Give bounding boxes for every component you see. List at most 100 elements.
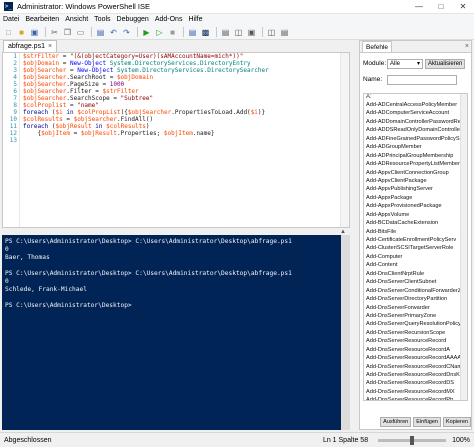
code-line[interactable]	[23, 137, 339, 144]
command-list-item[interactable]: Add-DnsServerConditionalForwarderZ	[364, 287, 467, 295]
code-line[interactable]: $objSearcher = New-Object System.Directo…	[23, 67, 339, 74]
command-list-item[interactable]: Add-AppvClientConnectionGroup	[364, 169, 467, 177]
command-list-scrollbar[interactable]	[460, 94, 467, 400]
layout-max-icon[interactable]: ▣	[246, 27, 257, 38]
code-line[interactable]: foreach ($objResult in $colResults)	[23, 123, 339, 130]
insert-button[interactable]: Einfügen	[413, 417, 441, 427]
command-list-item[interactable]: Add-DnsServerResourceRecordAAAA	[364, 354, 467, 362]
copy-button[interactable]: Kopieren	[442, 417, 471, 427]
module-select[interactable]: Alle ▾	[387, 58, 423, 69]
command-list-item[interactable]: Add-CertificateEnrollmentPolicyServ	[364, 236, 467, 244]
code-lines[interactable]: $strFilter = "(&(objectCategory=User)(sA…	[23, 53, 339, 144]
command-list-item[interactable]: Add-AppxVolume	[364, 211, 467, 219]
command-list-item[interactable]: Add-DnsServerRecursionScope	[364, 329, 467, 337]
pane-splitter[interactable]: ▲	[2, 228, 350, 235]
code-line[interactable]: $colProplist = "name"	[23, 102, 339, 109]
run-button[interactable]: Ausführen	[380, 417, 412, 427]
command-list-item[interactable]: Add-ADComputerServiceAccount	[364, 109, 467, 117]
command-list-item[interactable]: Add-ADPrincipalGroupMembership	[364, 152, 467, 160]
command-list-item[interactable]: Add-DnsServerResourceRecordDS	[364, 379, 467, 387]
command-list-item[interactable]: Add-ADResourcePropertyListMember	[364, 160, 467, 168]
command-list-item[interactable]: Add-AppxProvisionedPackage	[364, 202, 467, 210]
code-line[interactable]: $objDomain = New-Object System.Directory…	[23, 60, 339, 67]
menu-datei[interactable]: Datei	[3, 16, 19, 23]
menu-hilfe[interactable]: Hilfe	[188, 16, 202, 23]
command-list-item[interactable]: Add-DnsServerResourceRecordPtr	[364, 396, 467, 400]
command-list-item[interactable]: Add-BitsFile	[364, 228, 467, 236]
command-list-item[interactable]: Add-BCDataCacheExtension	[364, 219, 467, 227]
open-folder-icon[interactable]: ■	[16, 27, 27, 38]
code-line[interactable]: $objSearcher.Filter = $strFilter	[23, 88, 339, 95]
command-list-item[interactable]: Add-ADDSReadOnlyDomainControllerAc	[364, 126, 467, 134]
code-line[interactable]: $strFilter = "(&(objectCategory=User)(sA…	[23, 53, 339, 60]
command-list-item[interactable]: Add-DnsServerPrimaryZone	[364, 312, 467, 320]
remote-powershell-icon[interactable]: ▤	[187, 27, 198, 38]
cut-icon[interactable]: ✂	[49, 27, 60, 38]
show-script-pane-icon[interactable]: ▤	[279, 27, 290, 38]
redo-icon[interactable]: ↷	[121, 27, 132, 38]
script-editor[interactable]: 1 2 3 4 5 6 7 8 9 10 11 12 13 $strFilter…	[2, 52, 350, 228]
maximize-button[interactable]: □	[430, 0, 452, 14]
window-controls: — □ ✕	[408, 0, 474, 14]
editor-scrollbar[interactable]	[340, 53, 349, 227]
minimize-button[interactable]: —	[408, 0, 430, 14]
code-line[interactable]: $objSearcher.SearchRoot = $objDomain	[23, 74, 339, 81]
menu-bearbeiten[interactable]: Bearbeiten	[25, 16, 59, 23]
zoom-slider[interactable]	[378, 435, 447, 445]
command-list-item[interactable]: Add-ADFineGrainedPasswordPolicySubj	[364, 135, 467, 143]
command-list-item[interactable]: Add-DnsServerResourceRecordCName	[364, 363, 467, 371]
command-list-item[interactable]: Add-ADGroupMember	[364, 143, 467, 151]
menu-add-ons[interactable]: Add-Ons	[155, 16, 183, 23]
run-selection-icon[interactable]: ▷	[154, 27, 165, 38]
menu-ansicht[interactable]: Ansicht	[65, 16, 88, 23]
zoom-slider-handle[interactable]	[410, 435, 415, 445]
name-input[interactable]	[387, 74, 457, 85]
save-icon[interactable]: ▣	[29, 27, 40, 38]
command-list-item[interactable]: Add-DnsServerResourceRecordMX	[364, 388, 467, 396]
menu-tools[interactable]: Tools	[94, 16, 110, 23]
code-line[interactable]: $colResults = $objSearcher.FindAll()	[23, 116, 339, 123]
tab-close-icon[interactable]: ×	[48, 43, 52, 50]
code-line[interactable]: $objSearcher.SearchScope = "Subtree"	[23, 95, 339, 102]
code-line[interactable]: {$objItem = $objResult.Properties; $objI…	[23, 130, 339, 137]
paste-icon[interactable]: ▭	[75, 27, 86, 38]
command-list-item[interactable]: Add-ClusteriSCSITargetServerRole	[364, 244, 467, 252]
clear-console-icon[interactable]: ▤	[95, 27, 106, 38]
close-button[interactable]: ✕	[452, 0, 474, 14]
layout-right-icon[interactable]: ◫	[233, 27, 244, 38]
command-list-item[interactable]: Add-DnsServerForwarder	[364, 304, 467, 312]
console-scrollbar[interactable]	[341, 235, 350, 430]
console-pane[interactable]: PS C:\Users\Administrator\Desktop> C:\Us…	[2, 235, 350, 430]
tab-befehle[interactable]: Befehle	[362, 41, 393, 52]
command-list-item[interactable]: Add-ADDomainControllerPasswordRepli	[364, 118, 467, 126]
layout-top-icon[interactable]: ▤	[220, 27, 231, 38]
command-list-item[interactable]: Add-DnsServerResourceRecordDnsKe	[364, 371, 467, 379]
close-icon[interactable]: ×	[465, 43, 469, 50]
command-list-item[interactable]: Add-DnsServerResourceRecordA	[364, 346, 467, 354]
undo-icon[interactable]: ↶	[108, 27, 119, 38]
command-list-item[interactable]: Add-DnsClientNrptRule	[364, 270, 467, 278]
command-list-item[interactable]: Add-Content	[364, 261, 467, 269]
stop-icon[interactable]: ■	[167, 27, 178, 38]
refresh-button[interactable]: Aktualisieren	[425, 58, 466, 69]
command-list-item[interactable]: Add-DnsServerResourceRecord	[364, 337, 467, 345]
command-list-item[interactable]: Add-DnsServerQueryResolutionPolicy	[364, 320, 467, 328]
command-list-item[interactable]: Add-AppxPackage	[364, 194, 467, 202]
code-line[interactable]: $objSearcher.PageSize = 1000	[23, 81, 339, 88]
command-list-item[interactable]: Add-DnsServerDirectoryPartition	[364, 295, 467, 303]
collapse-arrow-icon[interactable]: ▲	[340, 229, 346, 235]
command-list-item[interactable]: Add-AppvClientPackage	[364, 177, 467, 185]
command-list-item[interactable]: Add-DnsServerClientSubnet	[364, 278, 467, 286]
powershell-console-icon[interactable]: ▩	[200, 27, 211, 38]
tab-abfrage-ps1[interactable]: abfrage.ps1 ×	[3, 40, 58, 52]
console-prompt[interactable]: PS C:\Users\Administrator\Desktop>	[2, 302, 350, 310]
run-script-icon[interactable]: ▶	[141, 27, 152, 38]
command-list-item[interactable]: Add-ADCentralAccessPolicyMember	[364, 101, 467, 109]
command-list-item[interactable]: Add-AppvPublishingServer	[364, 185, 467, 193]
menu-debuggen[interactable]: Debuggen	[117, 16, 149, 23]
code-line[interactable]: foreach ($i in $colPropList){$objSearche…	[23, 109, 339, 116]
show-commands-icon[interactable]: ◫	[266, 27, 277, 38]
command-list-item[interactable]: Add-Computer	[364, 253, 467, 261]
new-file-icon[interactable]: □	[3, 27, 14, 38]
copy-icon[interactable]: ❐	[62, 27, 73, 38]
